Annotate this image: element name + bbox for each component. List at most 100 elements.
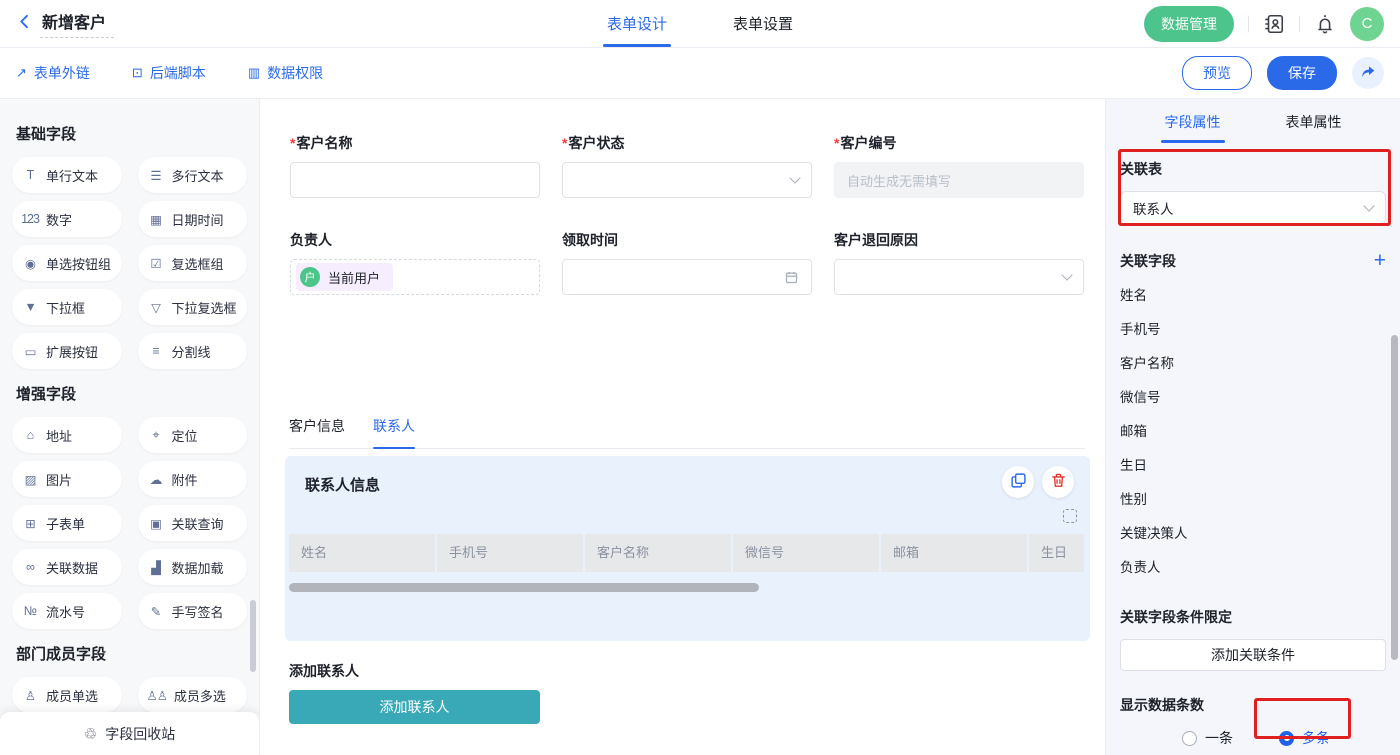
radio-selected-icon [1279, 731, 1294, 746]
field-type-icon: ♙♙ [147, 688, 167, 703]
related-table-value: 联系人 [1133, 198, 1174, 218]
copy-button[interactable] [1002, 466, 1034, 498]
condition-label: 关联字段条件限定 [1120, 607, 1386, 627]
related-fields-list: 姓名 手机号 客户名称 微信号 邮箱 生日 性别 关键决策人 负责人 [1120, 279, 1386, 585]
field-palette-item[interactable]: ▼ 下拉框 [12, 289, 122, 325]
divider [1299, 16, 1300, 32]
contact-subform-panel[interactable]: 联系人信息 [285, 456, 1090, 641]
field-type-icon: ⌂ [21, 428, 39, 442]
field-palette-item[interactable]: ▦ 日期时间 [138, 201, 248, 237]
preview-button[interactable]: 预览 [1182, 56, 1252, 90]
related-field-item[interactable]: 生日 [1120, 449, 1386, 483]
field-type-icon: ∞ [21, 560, 39, 574]
field-palette-item[interactable]: ☑ 复选框组 [138, 245, 248, 281]
tab-field-properties[interactable]: 字段属性 [1132, 101, 1253, 143]
share-button[interactable] [1352, 57, 1384, 89]
selection-handle-icon[interactable] [1063, 509, 1077, 523]
related-table-select[interactable]: 联系人 [1120, 191, 1386, 225]
field-palette-item[interactable]: 123 数字 [12, 201, 122, 237]
field-palette-item[interactable]: ☰ 多行文本 [138, 157, 248, 193]
field-palette-item[interactable]: ◉ 单选按钮组 [12, 245, 122, 281]
field-palette-item[interactable]: № 流水号 [12, 593, 122, 629]
back-button[interactable] [16, 13, 33, 35]
tab-form-properties[interactable]: 表单属性 [1253, 101, 1374, 143]
add-contact-button[interactable]: 添加联系人 [289, 690, 540, 724]
form-canvas: *客户名称 *客户状态 *客户编号 自动生成无需填写 负责人 户 [260, 99, 1105, 755]
tag-label: 当前用户 [328, 268, 380, 287]
add-condition-button[interactable]: 添加关联条件 [1120, 639, 1386, 671]
field-recycle-bin[interactable]: ♲ 字段回收站 [0, 712, 259, 755]
toolbar-links: ↗ 表单外链 ⊡ 后端脚本 ▥ 数据权限 [16, 63, 365, 83]
field-palette-item[interactable]: ▭ 扩展按钮 [12, 333, 122, 369]
return-reason-select[interactable] [834, 259, 1084, 295]
notifications-bell-icon[interactable] [1314, 13, 1336, 35]
sidebar-scrollbar[interactable] [250, 600, 256, 672]
toolbar-link-icon: ↗ [16, 65, 27, 81]
field-palette-item[interactable]: ▣ 关联查询 [138, 505, 248, 541]
owner-member-box[interactable]: 户 当前用户 [290, 259, 540, 295]
field-palette-item[interactable]: ▨ 图片 [12, 461, 122, 497]
data-management-button[interactable]: 数据管理 [1144, 6, 1234, 42]
tab-form-design[interactable]: 表单设计 [607, 0, 667, 47]
horizontal-scrollbar[interactable] [289, 583, 759, 592]
related-fields-header: 关联字段 + [1120, 251, 1386, 271]
customer-status-select[interactable] [562, 162, 812, 198]
field-palette-item[interactable]: ✎ 手写签名 [138, 593, 248, 629]
tab-form-settings[interactable]: 表单设置 [733, 0, 793, 47]
field-palette-item[interactable]: ∞ 关联数据 [12, 549, 122, 585]
field-palette-item[interactable]: T 单行文本 [12, 157, 122, 193]
sub-toolbar: ↗ 表单外链 ⊡ 后端脚本 ▥ 数据权限 预览 保存 [0, 48, 1400, 99]
field-palette-item[interactable]: ⌖ 定位 [138, 417, 248, 453]
subform-actions [1002, 466, 1074, 498]
field-type-label: 关联数据 [46, 558, 98, 577]
field-type-label: 复选框组 [172, 254, 224, 273]
related-field-item[interactable]: 客户名称 [1120, 347, 1386, 381]
field-palette-item[interactable]: ⌂ 地址 [12, 417, 122, 453]
add-field-plus-icon[interactable]: + [1374, 252, 1386, 270]
toolbar-link-label: 后端脚本 [150, 63, 206, 83]
recycle-label: 字段回收站 [105, 724, 175, 744]
related-field-item[interactable]: 邮箱 [1120, 415, 1386, 449]
save-button[interactable]: 保存 [1267, 56, 1337, 90]
field-type-label: 数据加载 [172, 558, 224, 577]
field-type-icon: ▭ [21, 344, 39, 359]
customer-number-input[interactable]: 自动生成无需填写 [834, 162, 1084, 198]
field-palette-item[interactable]: ♙ 成员单选 [12, 677, 122, 713]
field-claim-time: 领取时间 [562, 230, 812, 295]
related-field-item[interactable]: 姓名 [1120, 279, 1386, 313]
current-user-tag[interactable]: 户 当前用户 [296, 263, 393, 291]
field-palette-item[interactable]: ▽ 下拉复选框 [138, 289, 248, 325]
delete-button[interactable] [1042, 466, 1074, 498]
toolbar-link[interactable]: ⊡ 后端脚本 [132, 63, 206, 83]
field-label: 负责人 [290, 230, 540, 250]
field-type-label: 数字 [46, 210, 72, 229]
tab-customer-info[interactable]: 客户信息 [289, 416, 345, 448]
field-palette-item[interactable]: ≡ 分割线 [138, 333, 248, 369]
tab-contacts[interactable]: 联系人 [373, 416, 415, 448]
field-type-icon: № [21, 604, 39, 618]
related-field-item[interactable]: 微信号 [1120, 381, 1386, 415]
toolbar-link-icon: ⊡ [132, 65, 143, 81]
properties-scrollbar[interactable] [1391, 335, 1398, 660]
subform-title: 联系人信息 [305, 474, 380, 495]
page-title[interactable]: 新增客户 [40, 9, 114, 38]
radio-single-row[interactable]: 一条 [1182, 728, 1233, 748]
field-palette-item[interactable]: ▟ 数据加载 [138, 549, 248, 585]
field-type-icon: ▨ [21, 472, 39, 487]
radio-multiple-rows[interactable]: 多条 [1279, 728, 1330, 748]
claim-time-date-input[interactable] [562, 259, 812, 295]
related-field-item[interactable]: 手机号 [1120, 313, 1386, 347]
field-palette-item[interactable]: ☁ 附件 [138, 461, 248, 497]
related-field-item[interactable]: 性别 [1120, 483, 1386, 517]
user-avatar[interactable]: C [1350, 7, 1384, 41]
field-palette-item[interactable]: ⊞ 子表单 [12, 505, 122, 541]
recycle-icon: ♲ [84, 725, 97, 743]
toolbar-link[interactable]: ↗ 表单外链 [16, 63, 90, 83]
field-palette-item[interactable]: ♙♙ 成员多选 [138, 677, 248, 713]
address-book-icon[interactable] [1263, 13, 1285, 35]
section-basic-fields: 基础字段 T 单行文本 ☰ 多行文本 [12, 123, 247, 369]
toolbar-link[interactable]: ▥ 数据权限 [248, 63, 323, 83]
related-field-item[interactable]: 关键决策人 [1120, 517, 1386, 551]
related-field-item[interactable]: 负责人 [1120, 551, 1386, 585]
customer-name-input[interactable] [290, 162, 540, 198]
